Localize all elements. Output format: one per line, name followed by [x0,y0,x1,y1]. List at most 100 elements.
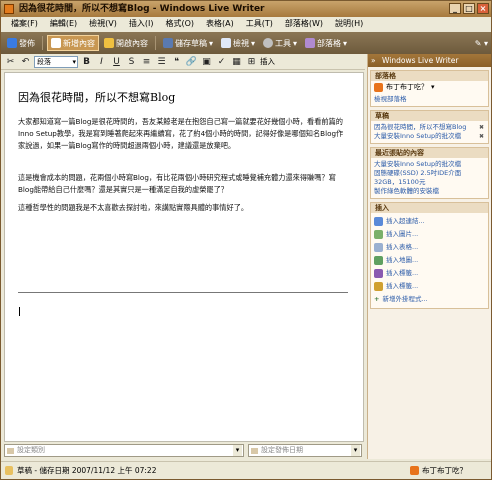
help-button[interactable]: ✎ ▾ [472,35,491,51]
app-window: 因為很花時間，所以不想寫Blog - Windows Live Writer _… [0,0,492,480]
section-title: 插入 [371,203,488,213]
publish-date-select[interactable]: 設定發佈日期 [248,444,362,457]
insert-section: 插入 插入超連結... 插入圖片... 插入表格... 插入地圖... 插入標籤… [370,202,489,309]
insert-picture[interactable]: 插入圖片... [374,228,485,241]
insert-link[interactable]: 插入超連結... [374,215,485,228]
open-post-button[interactable]: 開啟內容 [101,35,151,51]
insert-label[interactable]: 插入 [260,56,275,67]
spell-check-icon[interactable]: ✓ [215,56,228,68]
maximize-button[interactable]: □ [463,3,475,14]
menu-edit[interactable]: 編輯(E) [44,17,83,31]
insert-icon[interactable]: ⊞ [245,56,258,68]
blogs-icon [305,38,316,48]
view-blog-link[interactable]: 檢視部落格 [374,95,485,104]
save-draft-button[interactable]: 儲存草稿 ▾ [160,35,216,51]
gear-icon [263,38,274,48]
menu-format[interactable]: 格式(O) [159,17,200,31]
menu-insert[interactable]: 插入(I) [123,17,160,31]
hyperlink-icon [374,217,383,226]
menu-table[interactable]: 表格(A) [200,17,240,31]
add-plugin[interactable]: + 新增外掛程式... [374,293,485,306]
folder-icon [104,38,114,48]
recent-section: 最近張貼的內容 大量安裝Inno Setup的批次檔 固態硬碟(SSD) 2.5… [370,147,489,199]
blog-section: 部落格 布丁布丁吃？ ▾ 檢視部落格 [370,70,489,107]
drafts-section: 草稿 因為很花時間，所以不想寫Blog ✖ 大量安裝Inno Setup的批次檔 ✖ [370,110,489,144]
delete-icon[interactable]: ✖ [479,132,484,141]
draft-icon [5,466,13,475]
section-title: 草稿 [371,111,488,121]
category-select[interactable]: 設定類別 [4,444,244,457]
draft-item[interactable]: 大量安裝Inno Setup的批次檔 ✖ [374,132,485,141]
menu-view[interactable]: 檢視(V) [83,17,123,31]
table-icon[interactable]: ▦ [230,56,243,68]
insert-table[interactable]: 插入表格... [374,241,485,254]
recent-item[interactable]: 製作綠色軟體的安裝檔 [374,187,485,196]
format-toolbar: ✂ ↶ 段落 B I U S ≡ ☰ ❝ 🔗 ▣ ✓ ▦ ⊞ 插入 [1,54,365,70]
post-paragraph[interactable]: 大家都知道寫一篇Blog是很花時間的，吾友某鯨老是在抱怨自己寫一篇就要花好幾個小… [18,116,346,152]
bold-button[interactable]: B [80,56,93,68]
insert-map[interactable]: 插入地圖... [374,254,485,267]
close-button[interactable]: × [477,3,489,14]
cut-icon[interactable]: ✂ [4,56,17,68]
menu-bar: 檔案(F) 編輯(E) 檢視(V) 插入(I) 格式(O) 表格(A) 工具(T… [1,17,491,31]
section-title: 最近張貼的內容 [371,148,488,158]
view-button[interactable]: 檢視 ▾ [218,35,258,51]
menu-help[interactable]: 說明(H) [329,17,369,31]
app-icon [4,4,14,14]
recent-item[interactable]: 固態硬碟(SSD) 2.5吋IDE介面32GB，15100元 [374,169,485,187]
publish-button[interactable]: 發佈 [4,35,38,51]
picture-icon [374,230,383,239]
map-icon [374,256,383,265]
post-title[interactable]: 因為很花時間，所以不想寫Blog [18,89,175,105]
tools-button[interactable]: 工具 ▾ [260,35,300,51]
status-text: 草稿 - 儲存日期 2007/11/12 上午 07:22 [17,466,157,475]
image-icon[interactable]: ▣ [200,56,213,68]
main-toolbar: 發佈 新增內容 開啟內容 儲存草稿 ▾ 檢視 ▾ 工具 ▾ 部落格 ▾ ✎ ▾ [1,32,491,54]
sidebar-header[interactable]: Windows Live Writer [368,54,491,67]
paragraph-style-select[interactable]: 段落 [34,55,78,68]
new-icon [51,38,61,48]
underline-button[interactable]: U [110,56,123,68]
more-divider [18,292,348,293]
menu-weblog[interactable]: 部落格(W) [279,17,329,31]
new-post-button[interactable]: 新增內容 [47,35,99,51]
sidebar: Windows Live Writer 部落格 布丁布丁吃？ ▾ 檢視部落格 草… [367,54,491,459]
menu-tools[interactable]: 工具(T) [240,17,279,31]
recent-item[interactable]: 大量安裝Inno Setup的批次檔 [374,160,485,169]
tag-icon [374,269,383,278]
draft-item[interactable]: 因為很花時間，所以不想寫Blog ✖ [374,123,485,132]
link-icon[interactable]: 🔗 [185,56,198,68]
italic-button[interactable]: I [95,56,108,68]
table-icon [374,243,383,252]
blogger-icon [374,83,383,92]
plus-icon: + [374,295,380,303]
insert-tags-2[interactable]: 插入標籤... [374,280,485,293]
text-caret [19,307,20,316]
window-title: 因為很花時間，所以不想寫Blog - Windows Live Writer [19,4,265,14]
blockquote-icon[interactable]: ❝ [170,56,183,68]
brush-icon: ✎ ▾ [474,38,488,48]
tag-icon [374,282,383,291]
blogger-icon [410,466,419,475]
view-icon [221,38,232,48]
post-paragraph[interactable]: 這種哲學性的問題我是不太喜歡去探討啦，來講點實際具體的事情好了。 [18,202,346,214]
delete-icon[interactable]: ✖ [479,123,484,132]
publish-icon [7,38,17,48]
save-icon [163,38,173,48]
post-properties: 設定類別 設定發佈日期 [4,444,364,458]
section-title: 部落格 [371,71,488,81]
undo-icon[interactable]: ↶ [19,56,32,68]
menu-file[interactable]: 檔案(F) [5,17,44,31]
numbered-list-icon[interactable]: ≡ [140,56,153,68]
bullet-list-icon[interactable]: ☰ [155,56,168,68]
title-bar[interactable]: 因為很花時間，所以不想寫Blog - Windows Live Writer _… [1,1,491,17]
strikethrough-button[interactable]: S [125,56,138,68]
minimize-button[interactable]: _ [449,3,461,14]
status-bar: 草稿 - 儲存日期 2007/11/12 上午 07:22 布丁布丁吃？ [1,461,491,479]
insert-tags-1[interactable]: 插入標籤... [374,267,485,280]
post-editor[interactable]: 因為很花時間，所以不想寫Blog 大家都知道寫一篇Blog是很花時間的，吾友某鯨… [4,72,364,442]
blogs-button[interactable]: 部落格 ▾ [302,35,350,51]
post-paragraph[interactable]: 這是機會成本的問題，花兩個小時寫Blog，有比花兩個小時研究程式或睡覺補充體力還… [18,172,346,196]
status-blog-name[interactable]: 布丁布丁吃？ [422,465,467,476]
blog-selector[interactable]: 布丁布丁吃？ ▾ [374,83,485,92]
